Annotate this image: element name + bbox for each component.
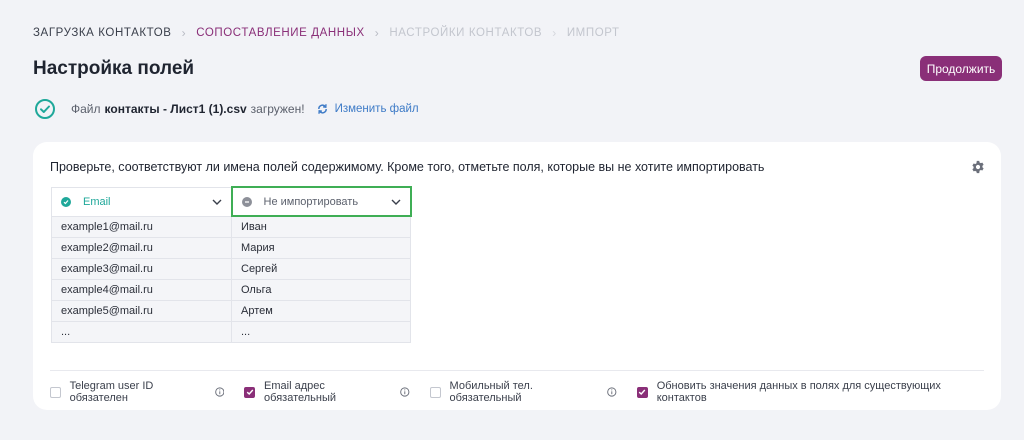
minus-icon	[241, 196, 252, 207]
file-prefix: Файл	[71, 102, 101, 116]
gear-icon[interactable]	[971, 160, 985, 174]
checkbox[interactable]	[637, 386, 648, 398]
page-title: Настройка полей	[33, 58, 195, 79]
column-label: Email	[83, 195, 111, 208]
table-row: example5@mail.ru Артем	[51, 299, 411, 322]
table-cell: Сергей	[231, 257, 411, 280]
breadcrumb-step-import: ИМПОРТ	[566, 27, 620, 39]
checkbox[interactable]	[244, 386, 256, 398]
card-description: Проверьте, соответствуют ли имена полей …	[50, 160, 765, 174]
table-row: example4@mail.ru Ольга	[51, 278, 411, 301]
check-circle-icon	[35, 99, 55, 119]
table-cell: ...	[231, 320, 411, 343]
change-file-link[interactable]: Изменить файл	[317, 103, 419, 115]
chevron-right-icon: ›	[181, 26, 187, 40]
file-suffix: загружен!	[250, 102, 305, 116]
table-cell: ...	[51, 320, 232, 343]
chevron-down-icon	[391, 199, 400, 205]
table-row: example3@mail.ru Сергей	[51, 257, 411, 280]
chevron-down-icon	[212, 199, 221, 205]
option-email-required[interactable]: Email адрес обязательный	[244, 380, 410, 404]
file-name: контакты - Лист1 (1).csv	[104, 102, 247, 116]
table-cell: Артем	[231, 299, 411, 322]
info-icon[interactable]	[215, 387, 225, 397]
option-telegram-required[interactable]: Telegram user ID обязателен	[50, 380, 225, 404]
check-icon	[61, 196, 71, 207]
table-cell: Иван	[231, 215, 411, 238]
table-cell: Мария	[231, 236, 411, 259]
chevron-right-icon: ›	[552, 26, 557, 40]
table-cell: example1@mail.ru	[51, 215, 232, 238]
column-select-email[interactable]: Email	[51, 186, 232, 217]
table-cell: example5@mail.ru	[51, 299, 232, 322]
info-icon[interactable]	[607, 387, 617, 397]
chevron-right-icon: ›	[374, 26, 380, 40]
import-options: Telegram user ID обязателен Email адрес …	[50, 380, 1001, 404]
file-status: Файл контакты - Лист1 (1).csv загружен! …	[35, 99, 419, 119]
column-header-row: Email Не импортировать	[51, 186, 412, 217]
info-icon[interactable]	[400, 387, 410, 397]
table-cell: Ольга	[231, 278, 411, 301]
preview-table: Email Не импортировать example1@mail.ru …	[51, 186, 412, 343]
breadcrumb: ЗАГРУЗКА КОНТАКТОВ › СОПОСТАВЛЕНИЕ ДАННЫ…	[33, 26, 620, 40]
table-row: example2@mail.ru Мария	[51, 236, 411, 259]
field-mapping-card: Проверьте, соответствуют ли имена полей …	[33, 142, 1001, 410]
option-update-existing[interactable]: Обновить значения данных в полях для сущ…	[637, 380, 981, 404]
column-label: Не импортировать	[263, 195, 359, 208]
checkbox[interactable]	[50, 386, 61, 398]
table-cell: example2@mail.ru	[51, 236, 232, 259]
option-label: Мобильный тел. обязательный	[449, 380, 533, 404]
table-cell: example4@mail.ru	[51, 278, 232, 301]
column-select-skip[interactable]: Не импортировать	[230, 186, 412, 217]
option-label: Email адрес обязательный	[264, 380, 337, 404]
option-label: Telegram user ID обязателен	[69, 380, 154, 404]
checkbox[interactable]	[429, 386, 441, 398]
divider	[50, 370, 984, 371]
breadcrumb-step-mapping[interactable]: СОПОСТАВЛЕНИЕ ДАННЫХ	[196, 27, 365, 39]
continue-button[interactable]: Продолжить	[920, 56, 1002, 81]
option-label: Обновить значения данных в полях для сущ…	[656, 380, 941, 404]
table-row: example1@mail.ru Иван	[51, 215, 411, 238]
breadcrumb-step-upload[interactable]: ЗАГРУЗКА КОНТАКТОВ	[33, 27, 172, 39]
refresh-icon	[317, 104, 327, 114]
breadcrumb-step-settings: НАСТРОЙКИ КОНТАКТОВ	[389, 27, 543, 39]
change-file-label: Изменить файл	[334, 103, 419, 115]
table-row: ... ...	[51, 320, 411, 343]
table-cell: example3@mail.ru	[51, 257, 232, 280]
option-phone-required[interactable]: Мобильный тел. обязательный	[429, 380, 617, 404]
